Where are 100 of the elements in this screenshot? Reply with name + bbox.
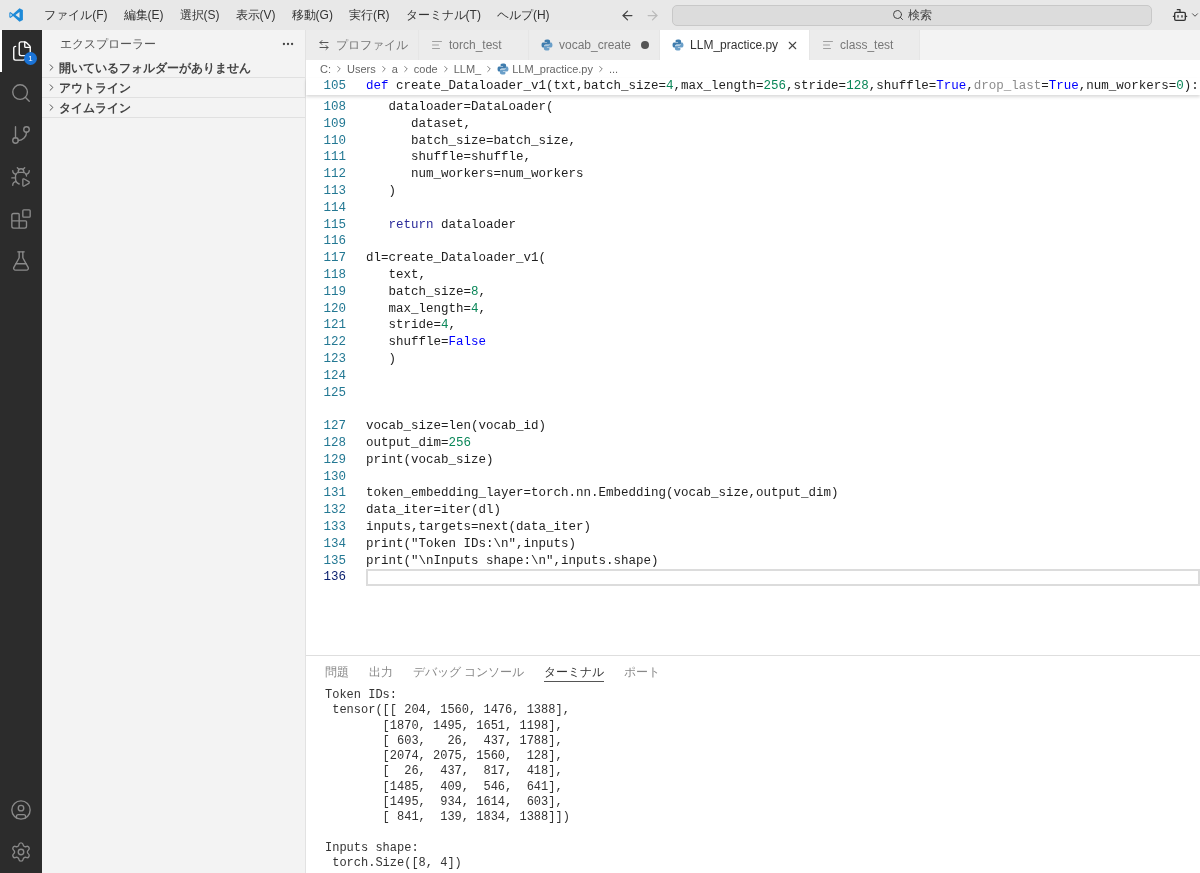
panel-tab[interactable]: ターミナル <box>544 662 605 682</box>
line-number: 129 <box>323 452 346 467</box>
breadcrumb-item[interactable]: LLM_practice.py <box>512 60 593 78</box>
line-number: 105 <box>322 78 346 95</box>
code-line: dl=create_Dataloader_v1( <box>366 251 547 266</box>
editor-tab[interactable]: vocab_create <box>529 30 661 60</box>
python-icon <box>497 63 510 75</box>
code-line: text, <box>387 267 426 282</box>
code-line: dataloader=DataLoader( <box>387 100 554 114</box>
branch-icon[interactable] <box>10 124 32 146</box>
line-number: 118 <box>323 267 346 282</box>
terminal-line: [1870, 1495, 1651, 1198], <box>381 718 563 733</box>
editor-tab[interactable]: class_test <box>810 30 921 60</box>
code-line: max_length=4, <box>387 301 487 316</box>
line-number: 120 <box>323 301 346 316</box>
code-line: batch_size=8, <box>387 284 487 299</box>
lines-icon <box>822 39 835 51</box>
editor-tab[interactable]: LLM_practice.py <box>660 30 811 60</box>
sidebar-section[interactable]: アウトライン <box>42 78 305 98</box>
terminal-line: tensor([[ 204, 1560, 1476, 1388], <box>331 703 570 718</box>
files-icon[interactable] <box>11 40 33 62</box>
menu-item[interactable]: 選択(S) <box>171 6 228 24</box>
panel-tab[interactable]: 問題 <box>325 662 349 682</box>
line-number: 127 <box>323 419 346 434</box>
terminal-line: [ 841, 139, 1834, 1388]]) <box>381 810 570 825</box>
breadcrumb-item[interactable]: code <box>413 60 438 78</box>
chevron-down-icon[interactable] <box>1190 10 1200 20</box>
breadcrumb-item[interactable]: ... <box>608 60 619 78</box>
line-number: 121 <box>323 318 346 333</box>
line-number: 114 <box>323 200 346 215</box>
menu-item[interactable]: ターミナル(T) <box>397 6 489 24</box>
breadcrumb-item[interactable]: a <box>391 60 398 78</box>
terminal-line: [ 603, 26, 437, 1788], <box>381 733 563 748</box>
editor-tab[interactable]: プロファイル <box>306 30 419 60</box>
menu-item[interactable]: 表示(V) <box>227 6 284 24</box>
code-line: output_dim=256 <box>366 435 472 450</box>
line-number: 119 <box>323 284 346 299</box>
code-line: print("\nInputs shape:\n",inputs.shape) <box>366 553 659 568</box>
breadcrumb-item[interactable]: C: <box>320 60 331 78</box>
python-icon <box>672 39 685 51</box>
sidebar-section[interactable]: 開いているフォルダーがありません <box>42 58 305 78</box>
line-number: 115 <box>323 217 346 232</box>
code-line: def create_Dataloader_v1(txt,batch_size=4,max_length=256,stride=128,shuffle=True,drop_last=True,num_workers=0): <box>366 78 1199 95</box>
line-number: 136 <box>323 570 346 585</box>
breadcrumb-item[interactable]: Users <box>347 60 376 78</box>
line-number: 128 <box>323 435 346 450</box>
line-number: 117 <box>323 251 346 266</box>
line-number: 108 <box>323 100 346 114</box>
bot-icon[interactable] <box>1172 7 1188 23</box>
settings-icon[interactable] <box>10 841 32 863</box>
code-line: inputs,targets=next(data_iter) <box>366 519 592 534</box>
line-number: 132 <box>323 503 346 518</box>
terminal-line: torch.Size([8, 4]) <box>331 856 462 871</box>
back-icon[interactable] <box>619 7 635 23</box>
blocks-icon[interactable] <box>10 208 32 230</box>
flask-icon[interactable] <box>10 250 32 272</box>
line-number: 124 <box>323 368 346 383</box>
line-number: 113 <box>323 184 346 198</box>
menu-item[interactable]: 実行(R) <box>340 6 398 24</box>
search-icon[interactable] <box>10 82 32 104</box>
sidebar-section[interactable]: タイムライン <box>42 98 305 118</box>
code-line: batch_size=batch_size, <box>410 133 577 148</box>
code-line: token_embedding_layer=torch.nn.Embedding(vocab_size,output_dim) <box>366 486 839 501</box>
play-bug-icon[interactable] <box>10 166 32 188</box>
code-line: data_iter=iter(dl) <box>366 503 502 518</box>
python-icon <box>541 39 553 51</box>
user-icon[interactable] <box>10 799 32 821</box>
swap-icon <box>318 39 330 51</box>
badge: 1 <box>24 52 37 65</box>
line-number: 112 <box>323 167 346 182</box>
code-line: ) <box>387 351 396 366</box>
code-line: dataset, <box>410 116 472 131</box>
breadcrumb-item[interactable]: LLM_ <box>453 60 482 78</box>
app-logo-icon <box>8 6 25 24</box>
line-number: 133 <box>323 519 346 534</box>
terminal-line: [ 26, 437, 817, 418], <box>381 764 563 779</box>
code-line: print(vocab_size) <box>366 452 494 467</box>
panel-tab[interactable]: ポート <box>624 662 661 682</box>
menu-item[interactable]: ファイル(F) <box>36 6 116 24</box>
editor-tab[interactable]: torch_test <box>419 30 529 60</box>
menu-item[interactable]: 編集(E) <box>115 6 172 24</box>
terminal-line: Inputs shape: <box>325 840 419 855</box>
sidebar-title: エクスプローラー <box>60 36 156 53</box>
line-number: 130 <box>323 469 346 484</box>
panel-tab[interactable]: デバッグ コンソール <box>413 662 525 682</box>
terminal-line: Token IDs: <box>325 688 397 702</box>
chevron-right-icon <box>334 64 344 74</box>
line-number: 123 <box>323 351 346 366</box>
code-line: return dataloader <box>387 217 517 232</box>
code-line: shuffle=shuffle, <box>410 150 532 165</box>
menu-item[interactable]: 移動(G) <box>283 6 341 24</box>
line-number: 122 <box>323 335 346 350</box>
search-bar[interactable]: 検索 <box>671 4 1152 26</box>
lines-icon <box>431 39 443 51</box>
terminal-line: [2074, 2075, 1560, 128], <box>381 749 563 764</box>
panel-tab[interactable]: 出力 <box>369 662 393 682</box>
terminal-line: [1485, 409, 546, 641], <box>381 779 563 794</box>
terminal-line: [1495, 934, 1614, 603], <box>381 795 563 810</box>
line-number: 134 <box>323 536 346 551</box>
menu-item[interactable]: ヘルプ(H) <box>488 6 558 24</box>
